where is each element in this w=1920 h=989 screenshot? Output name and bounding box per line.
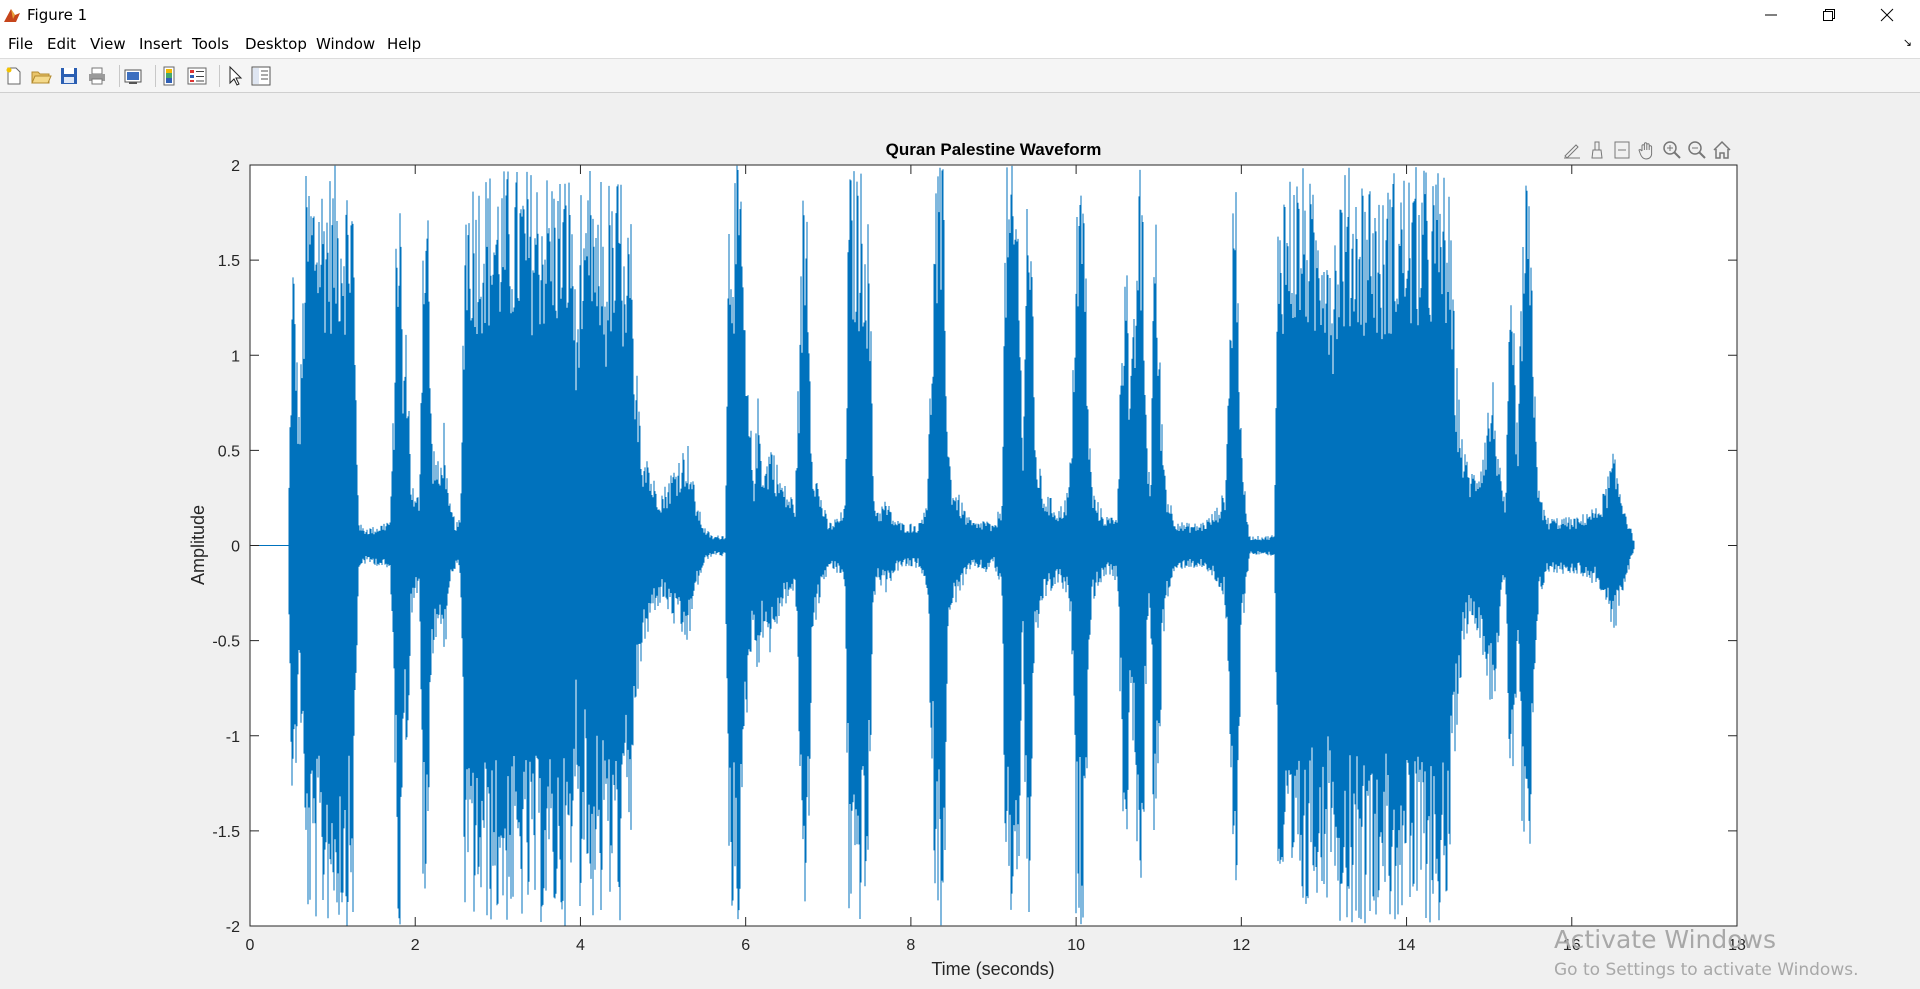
x-tick-label: 12: [1232, 937, 1250, 954]
y-tick-label: 1: [231, 348, 240, 365]
x-tick-label: 14: [1398, 937, 1416, 954]
x-tick-label: 0: [246, 937, 255, 954]
y-tick-label: -1.5: [212, 824, 240, 841]
y-tick-label: 0.5: [218, 443, 240, 460]
y-tick-label: -1: [226, 729, 240, 746]
activation-watermark-title: Activate Windows: [1554, 925, 1776, 954]
x-tick-label: 2: [411, 937, 420, 954]
waveform-chart: 0 2 4 6 8 10 12 14 16 18 -2-1.5-1-0.500.511.52 Ti…: [188, 158, 1746, 979]
y-tick-labels: -2 -1.5 -1 -0.5 0 0.5 1 1.5 2: [212, 158, 240, 936]
y-tick-label: -0.5: [212, 634, 240, 651]
y-tick-label: 1.5: [218, 253, 240, 270]
y-tick-label: 2: [231, 158, 240, 175]
y-tick-label: 0: [231, 539, 240, 556]
x-tick-label: 6: [741, 937, 750, 954]
x-axis-label: Time (seconds): [931, 959, 1054, 979]
y-axis-label: Amplitude: [188, 505, 208, 585]
activation-watermark-subtitle: Go to Settings to activate Windows.: [1554, 960, 1859, 980]
x-tick-labels: 0 2 4 6 8 10 12 14 16 18: [246, 937, 1746, 954]
x-tick-label: 8: [906, 937, 915, 954]
x-tick-label: 4: [576, 937, 585, 954]
y-tick-label: -2: [226, 919, 240, 936]
x-tick-label: 10: [1067, 937, 1085, 954]
